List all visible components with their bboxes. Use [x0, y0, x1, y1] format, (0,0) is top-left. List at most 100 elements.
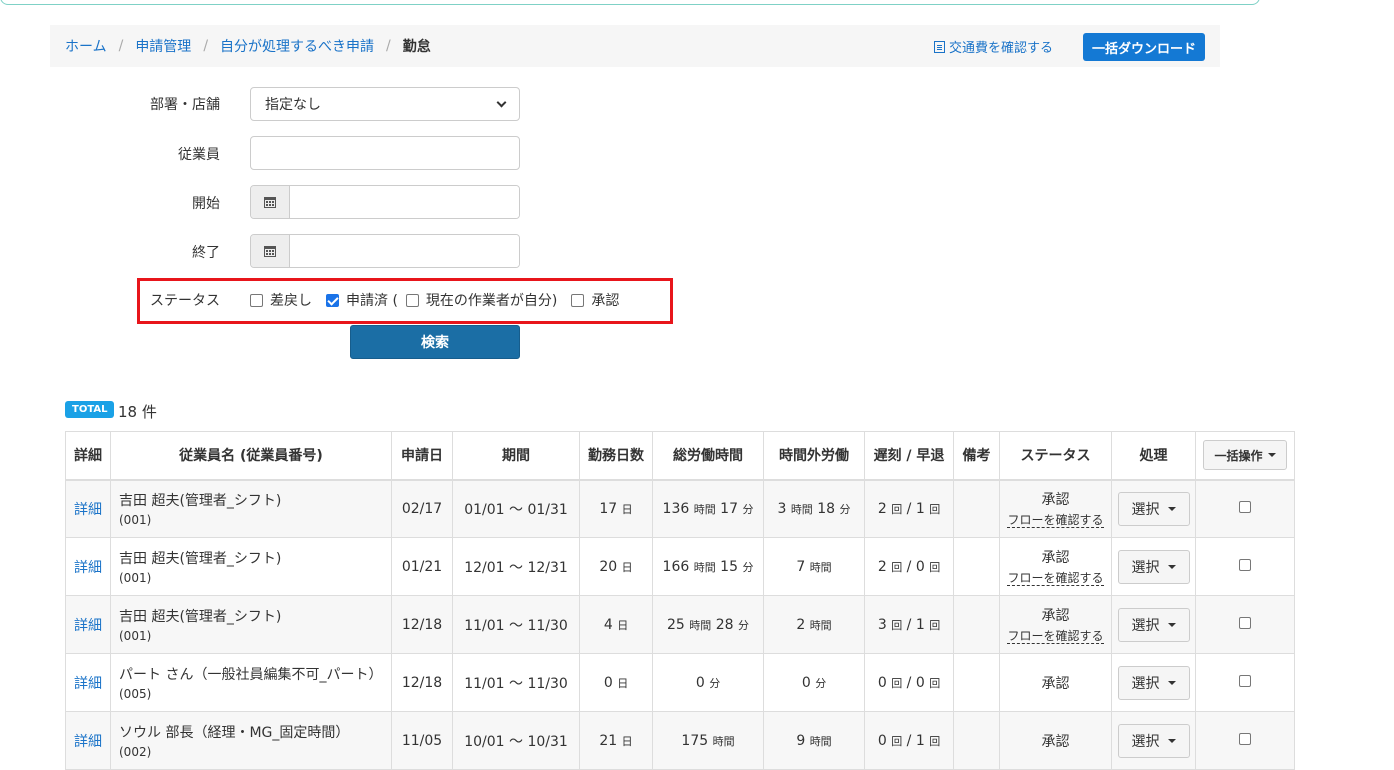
table-row: 詳細 吉田 超夫(管理者_シフト) (001) 01/21 12/01 〜 12/31 2…: [65, 537, 1295, 596]
value: 0: [877, 674, 887, 691]
value: 0: [877, 732, 887, 749]
breadcrumb-my-requests[interactable]: 自分が処理するべき申請: [220, 36, 374, 56]
flow-link[interactable]: フローを確認する: [1007, 571, 1104, 586]
unit: 回: [929, 734, 941, 748]
checkbox[interactable]: [571, 293, 585, 307]
value: 2: [796, 616, 806, 633]
value: 0: [695, 674, 705, 691]
detail-link[interactable]: 詳細: [74, 502, 102, 518]
row-checkbox[interactable]: [1239, 732, 1251, 745]
start-date-field[interactable]: [250, 185, 520, 219]
detail-link[interactable]: 詳細: [74, 560, 102, 576]
end-calendar-button[interactable]: [251, 235, 290, 267]
employee-name: パート さん（一般社員編集不可_パート）: [119, 667, 383, 683]
start-date-input[interactable]: [290, 186, 519, 218]
header-detail: 詳細: [65, 431, 111, 481]
bulk-cell: [1195, 711, 1295, 770]
transport-cost-link[interactable]: 交通費を確認する: [934, 37, 1053, 56]
value: 17: [720, 500, 738, 517]
breadcrumb-home[interactable]: ホーム: [65, 36, 107, 56]
unit: 時間: [790, 502, 813, 516]
value: 2: [877, 558, 887, 575]
status-option-applied[interactable]: 申請済 (: [326, 290, 398, 310]
unit: 時間: [689, 618, 712, 632]
row-checkbox[interactable]: [1239, 558, 1251, 571]
apply-date: 11/05: [391, 711, 453, 770]
detail-link[interactable]: 詳細: [74, 676, 102, 692]
value: 0: [603, 674, 613, 691]
detail-link[interactable]: 詳細: [74, 618, 102, 634]
table-row: 詳細 吉田 超夫(管理者_シフト) (001) 12/18 11/01 〜 11/30 4…: [65, 595, 1295, 654]
checkbox[interactable]: [405, 293, 419, 307]
select-button[interactable]: 選択: [1117, 549, 1190, 584]
header-total-hours: 総労働時間: [652, 431, 764, 481]
option-label: 申請済 (: [346, 293, 398, 309]
bulk-download-button[interactable]: 一括ダウンロード: [1083, 33, 1205, 61]
unit: 時間: [693, 502, 716, 516]
breadcrumb-separator: /: [386, 38, 391, 54]
overtime: 3 時間 18 分: [763, 479, 865, 538]
caret-down-icon: [1167, 622, 1176, 627]
select-label: 選択: [1131, 733, 1160, 750]
action-cell: 選択: [1111, 537, 1196, 596]
checkbox[interactable]: [250, 293, 263, 307]
breadcrumb-requests[interactable]: 申請管理: [135, 36, 191, 56]
select-button[interactable]: 選択: [1117, 723, 1190, 758]
unit: 回: [891, 676, 903, 690]
unit: 時間: [693, 560, 716, 574]
flow-link[interactable]: フローを確認する: [1007, 629, 1104, 644]
employee-name: 吉田 超夫(管理者_シフト): [119, 551, 282, 567]
unit: 回: [929, 618, 941, 632]
overtime: 9 時間: [763, 711, 865, 770]
breadcrumb-separator: /: [203, 38, 209, 54]
bulk-action-button[interactable]: 一括操作: [1203, 440, 1287, 471]
row-checkbox[interactable]: [1239, 500, 1251, 513]
status-text: 承認: [1041, 608, 1070, 624]
value: 175: [681, 732, 709, 749]
total-hours: 166 時間 15 分: [652, 537, 764, 596]
unit: 回: [891, 618, 903, 632]
action-cell: 選択: [1111, 479, 1196, 538]
status-option-approved[interactable]: 承認: [571, 290, 619, 310]
unit: 分: [839, 502, 851, 516]
row-checkbox[interactable]: [1239, 674, 1251, 687]
unit: 分: [742, 560, 754, 574]
header-employee: 従業員名 (従業員番号): [110, 431, 392, 481]
flow-link[interactable]: フローを確認する: [1007, 513, 1104, 529]
search-button[interactable]: 検索: [350, 325, 520, 359]
remarks: [953, 479, 1000, 538]
value: 0: [915, 558, 925, 575]
employee-number: (001): [119, 629, 152, 643]
value: 1: [915, 500, 925, 517]
unit: 分: [742, 502, 754, 516]
employee-input[interactable]: [250, 136, 520, 170]
detail-link[interactable]: 詳細: [74, 734, 102, 750]
employee-name: 吉田 超夫(管理者_シフト): [119, 493, 282, 510]
start-calendar-button[interactable]: [251, 186, 290, 218]
employee-number: (005): [119, 687, 152, 701]
department-select[interactable]: 指定なし: [250, 87, 520, 121]
select-button[interactable]: 選択: [1117, 491, 1190, 526]
overtime: 2 時間: [763, 595, 865, 654]
select-button[interactable]: 選択: [1117, 665, 1190, 700]
breadcrumb-current: 勤怠: [402, 39, 431, 55]
remarks: [953, 595, 1000, 654]
employee-number: (001): [119, 513, 152, 528]
select-button[interactable]: 選択: [1117, 607, 1190, 642]
top-panel-border: [0, 0, 1260, 5]
row-checkbox[interactable]: [1239, 616, 1251, 629]
end-date-field[interactable]: [250, 234, 520, 268]
table-row: 詳細 吉田 超夫(管理者_シフト) (001) 02/17 01/01 〜 01/31 1…: [65, 479, 1295, 538]
status-option-returned[interactable]: 差戻し: [250, 290, 312, 310]
department-label: 部署・店舗: [150, 97, 220, 113]
department-value: 指定なし: [265, 97, 321, 113]
unit: 分: [815, 676, 827, 690]
end-date-input[interactable]: [290, 235, 519, 267]
status-option-my-turn[interactable]: 現在の作業者が自分): [405, 290, 557, 310]
total-hours: 25 時間 28 分: [652, 595, 764, 654]
breadcrumb-separator: /: [118, 38, 124, 54]
checkbox-checked[interactable]: [326, 293, 339, 307]
period: 11/01 〜 11/30: [452, 595, 580, 654]
employee-number: (001): [119, 571, 152, 585]
unit: 回: [929, 676, 941, 690]
